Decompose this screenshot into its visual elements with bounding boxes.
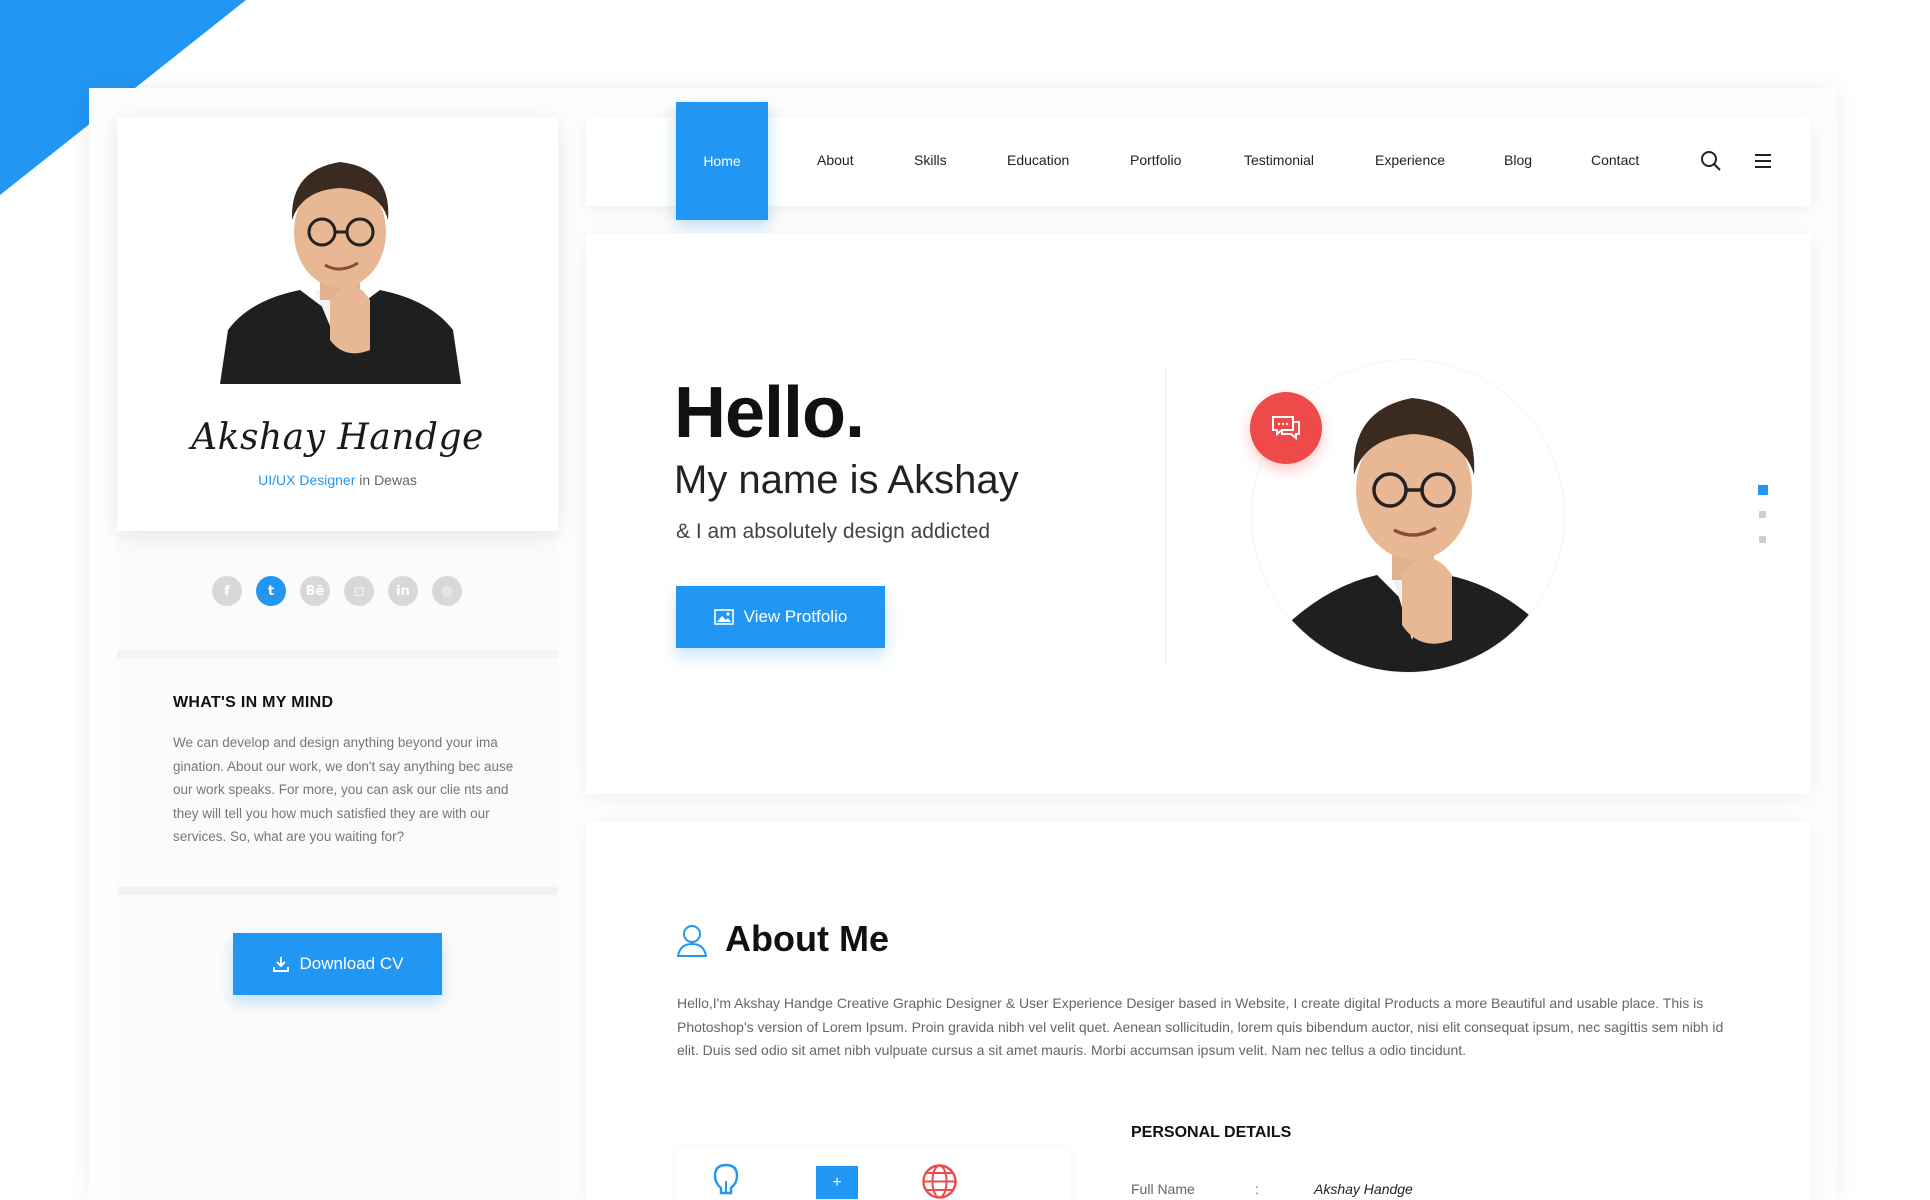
view-portfolio-button[interactable]: View Protfolio xyxy=(676,586,885,648)
mind-heading: WHAT'S IN MY MIND xyxy=(173,694,334,711)
slider-dot-2[interactable] xyxy=(1759,511,1766,518)
facebook-icon[interactable]: f xyxy=(212,576,242,606)
nav-item-education[interactable]: Education xyxy=(1007,152,1069,168)
instagram-icon[interactable]: ◻ xyxy=(344,576,374,606)
download-cv-label: Download CV xyxy=(299,954,404,973)
dribbble-icon[interactable]: ◎ xyxy=(432,576,462,606)
twitter-icon[interactable]: t xyxy=(256,576,286,606)
full-name-label: Full Name xyxy=(1131,1181,1195,1197)
chat-button[interactable] xyxy=(1250,392,1322,464)
hero-subtitle: & I am absolutely design addicted xyxy=(676,520,991,543)
mind-text: We can develop and design anything beyon… xyxy=(173,735,514,844)
profile-signature-name: Akshay Handge xyxy=(191,417,484,458)
sidebar-divider xyxy=(117,650,558,658)
nav-item-experience[interactable]: Experience xyxy=(1375,152,1445,168)
sidebar-divider xyxy=(117,887,558,895)
behance-icon[interactable]: Bē xyxy=(300,576,330,606)
nav-item-skills[interactable]: Skills xyxy=(914,152,947,168)
social-links: f t Bē ◻ in ◎ xyxy=(212,576,462,606)
nav-item-about[interactable]: About xyxy=(817,152,854,168)
full-name-value: Akshay Handge xyxy=(1314,1181,1413,1197)
view-portfolio-label: View Protfolio xyxy=(743,607,848,626)
user-icon xyxy=(676,925,708,957)
role-title[interactable]: UI/UX Designer xyxy=(258,472,355,488)
image-icon xyxy=(713,609,734,625)
about-heading: About Me xyxy=(725,918,889,959)
slider-dot-1[interactable] xyxy=(1758,485,1768,495)
menu-icon[interactable] xyxy=(1754,152,1772,170)
nav-item-blog[interactable]: Blog xyxy=(1504,152,1532,168)
download-cv-button[interactable]: Download CV xyxy=(233,933,442,995)
slider-dot-3[interactable] xyxy=(1759,536,1766,543)
globe-icon xyxy=(922,1164,957,1199)
linkedin-icon[interactable]: in xyxy=(388,576,418,606)
about-text: Hello,I'm Akshay Handge Creative Graphic… xyxy=(677,995,1724,1058)
search-icon[interactable] xyxy=(1700,150,1722,172)
profile-photo xyxy=(220,150,461,384)
lightbulb-icon xyxy=(713,1163,739,1195)
nav-item-portfolio[interactable]: Portfolio xyxy=(1130,152,1181,168)
add-button[interactable]: + xyxy=(816,1166,858,1199)
hero-section xyxy=(586,234,1811,794)
hero-divider xyxy=(1165,365,1166,665)
download-icon xyxy=(272,957,289,972)
nav-item-home[interactable]: Home xyxy=(676,102,768,220)
full-name-colon: : xyxy=(1255,1181,1259,1197)
hero-hello: Hello. xyxy=(674,373,865,453)
profile-role: UI/UX Designer in Dewas xyxy=(117,472,558,488)
hero-name: My name is Akshay xyxy=(674,458,1019,502)
role-location: in Dewas xyxy=(355,472,417,488)
nav-item-contact[interactable]: Contact xyxy=(1591,152,1639,168)
nav-item-testimonial[interactable]: Testimonial xyxy=(1244,152,1314,168)
personal-details-heading: PERSONAL DETAILS xyxy=(1131,1124,1292,1141)
chat-icon xyxy=(1272,416,1300,441)
